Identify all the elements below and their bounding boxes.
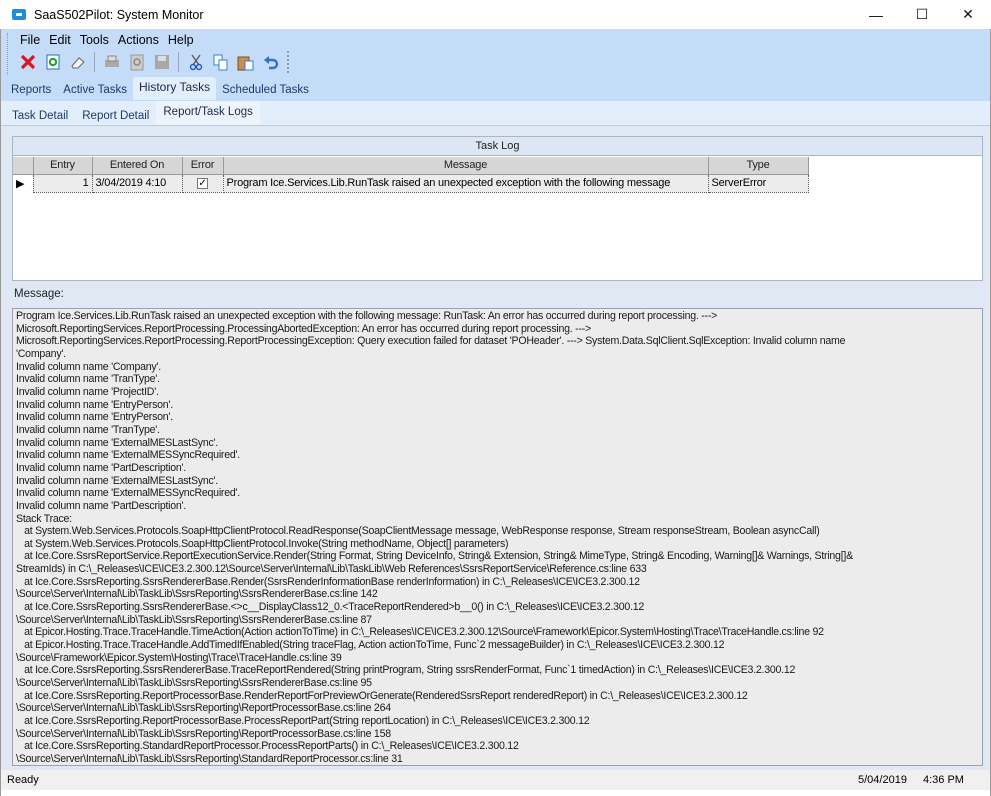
message-line: \Source\Server\Internal\Lib\TaskLib\Ssrs… xyxy=(16,588,378,601)
cell-entry[interactable]: 1 xyxy=(32,173,93,193)
message-line: \Source\Server\Internal\Lib\TaskLib\Ssrs… xyxy=(16,752,403,765)
message-line: Microsoft.ReportingServices.ReportProces… xyxy=(16,335,846,348)
app-icon xyxy=(12,9,26,20)
message-line: Invalid column name 'EntryPerson'. xyxy=(16,411,173,424)
cell-message[interactable]: Program Ice.Services.Lib.RunTask raised … xyxy=(222,173,709,193)
message-line: \Source\Server\Internal\Lib\TaskLib\Ssrs… xyxy=(16,613,372,626)
message-line: Invalid column name 'ProjectID'. xyxy=(16,385,159,398)
toolbar-grip-end[interactable] xyxy=(287,51,290,73)
status-text: Ready xyxy=(7,774,39,786)
column-header-error[interactable]: Error xyxy=(182,157,224,175)
message-line: Stack Trace: xyxy=(16,512,72,525)
message-line: at Ice.Core.SsrsReporting.SsrsRendererBa… xyxy=(16,664,796,677)
title-bar: SaaS502Pilot: System Monitor — ☐ ✕ xyxy=(0,0,991,29)
message-line: at Ice.Core.SsrsReporting.ReportProcesso… xyxy=(16,689,748,702)
message-line: at Ice.Core.SsrsReporting.SsrsRendererBa… xyxy=(16,575,640,588)
message-line: at Epicor.Hosting.Trace.TraceHandle.Time… xyxy=(16,626,824,639)
message-line: at System.Web.Services.Protocols.SoapHtt… xyxy=(16,525,820,538)
message-line: Invalid column name 'ExternalMESLastSync… xyxy=(16,474,218,487)
message-line: \Source\Server\Internal\Lib\TaskLib\Ssrs… xyxy=(16,702,391,715)
message-line: StreamIds) in C:\_Releases\ICE\ICE3.2.30… xyxy=(16,563,647,576)
message-line: Invalid column name 'Company'. xyxy=(16,360,161,373)
column-header-entered-on[interactable]: Entered On xyxy=(92,157,183,175)
message-line: Invalid column name 'ExternalMESSyncRequ… xyxy=(16,487,240,500)
message-line: Invalid column name 'TranType'. xyxy=(16,373,160,386)
message-line: \Source\Framework\Epicor.System\Hosting\… xyxy=(16,651,342,664)
save-icon[interactable] xyxy=(149,51,174,73)
message-line: at Ice.Core.SsrsReporting.ReportProcesso… xyxy=(16,715,590,727)
menu-tools[interactable]: Tools xyxy=(77,32,115,48)
tab-history-tasks[interactable]: History Tasks xyxy=(132,77,217,100)
message-line: 'Company'. xyxy=(16,347,66,360)
clear-icon[interactable] xyxy=(65,51,90,73)
tab-active-tasks[interactable]: Active Tasks xyxy=(57,80,133,100)
message-line: at Ice.Core.SsrsReportService.ReportExec… xyxy=(16,550,853,563)
message-line: at Ice.Core.SsrsReporting.StandardReport… xyxy=(16,740,519,753)
content-area: Task Log Entry Entered On Error Message … xyxy=(1,126,990,770)
toolbar xyxy=(15,50,290,74)
message-line: Microsoft.ReportingServices.ReportProces… xyxy=(16,322,591,335)
message-line: Invalid column name 'EntryPerson'. xyxy=(16,398,173,411)
message-line: at System.Web.Services.Protocols.SoapHtt… xyxy=(16,537,509,550)
close-button[interactable]: ✕ xyxy=(945,0,991,29)
tab-report-task-logs[interactable]: Report/Task Logs xyxy=(156,101,260,125)
menu-actions[interactable]: Actions xyxy=(115,32,165,48)
row-selector-arrow-icon[interactable]: ▶ xyxy=(13,174,33,192)
column-header-type[interactable]: Type xyxy=(708,157,809,175)
refresh-icon[interactable] xyxy=(40,51,65,73)
message-textbox[interactable]: Program Ice.Services.Lib.RunTask raised … xyxy=(12,308,983,766)
copy-icon[interactable] xyxy=(208,51,233,73)
paste-icon[interactable] xyxy=(233,51,258,73)
cell-entered-on[interactable]: 3/04/2019 4:10 xyxy=(91,173,183,193)
status-time: 4:36 PM xyxy=(923,774,964,786)
message-label: Message: xyxy=(14,288,64,300)
tab-report-detail[interactable]: Report Detail xyxy=(75,105,156,125)
table-row[interactable]: ▶ 1 3/04/2019 4:10 ✓ Program Ice.Service… xyxy=(13,173,809,193)
cell-error[interactable]: ✓ xyxy=(181,173,224,193)
print-icon[interactable] xyxy=(99,51,124,73)
message-line: Invalid column name 'PartDescription'. xyxy=(16,499,187,512)
error-checkbox[interactable]: ✓ xyxy=(197,178,208,189)
message-line: \Source\Server\Internal\Lib\TaskLib\Ssrs… xyxy=(16,727,391,740)
menu-file[interactable]: File xyxy=(17,32,46,48)
message-line: \Source\Server\Internal\Lib\TaskLib\Ssrs… xyxy=(16,677,372,690)
toolbar-grip[interactable] xyxy=(7,33,10,75)
toolbar-separator xyxy=(178,52,179,72)
menu-bar: File Edit Tools Actions Help xyxy=(17,32,200,48)
cut-icon[interactable] xyxy=(183,51,208,73)
status-bar: Ready 5/04/2019 4:36 PM xyxy=(1,770,990,790)
tab-scheduled-tasks[interactable]: Scheduled Tasks xyxy=(216,80,315,100)
sub-tab-bar: Task Detail Report Detail Report/Task Lo… xyxy=(1,101,990,126)
delete-icon[interactable] xyxy=(15,51,40,73)
undo-icon[interactable] xyxy=(258,51,283,73)
message-line: at Epicor.Hosting.Trace.TraceHandle.AddT… xyxy=(16,639,725,652)
minimize-button[interactable]: — xyxy=(853,0,899,29)
maximize-button[interactable]: ☐ xyxy=(899,0,945,29)
task-log-panel: Task Log Entry Entered On Error Message … xyxy=(12,136,983,281)
window-title: SaaS502Pilot: System Monitor xyxy=(34,7,204,22)
message-line: Invalid column name 'ExternalMESLastSync… xyxy=(16,436,218,449)
task-log-grid: Entry Entered On Error Message Type ▶ 1 … xyxy=(13,157,809,193)
cell-type[interactable]: ServerError xyxy=(707,173,809,193)
message-text: Program Ice.Services.Lib.RunTask raised … xyxy=(16,310,853,765)
menu-toolbar-area: File Edit Tools Actions Help Reports Act… xyxy=(1,29,990,102)
print-preview-icon[interactable] xyxy=(124,51,149,73)
column-header-entry[interactable]: Entry xyxy=(33,157,93,175)
row-header-corner xyxy=(13,157,34,175)
menu-edit[interactable]: Edit xyxy=(46,32,77,48)
menu-help[interactable]: Help xyxy=(165,32,200,48)
message-line: Invalid column name 'PartDescription'. xyxy=(16,461,187,474)
status-date: 5/04/2019 xyxy=(858,774,907,786)
toolbar-separator xyxy=(94,52,95,72)
message-line: Invalid column name 'TranType'. xyxy=(16,423,160,436)
column-header-message[interactable]: Message xyxy=(223,157,709,175)
tab-reports[interactable]: Reports xyxy=(5,80,57,100)
message-line: Program Ice.Services.Lib.RunTask raised … xyxy=(16,310,718,322)
task-log-title: Task Log xyxy=(13,137,982,156)
tab-task-detail[interactable]: Task Detail xyxy=(5,105,75,125)
message-line: Invalid column name 'ExternalMESSyncRequ… xyxy=(16,449,240,462)
message-line: at Ice.Core.SsrsReporting.SsrsRendererBa… xyxy=(16,601,645,614)
main-tabs: Reports Active Tasks History Tasks Sched… xyxy=(5,77,315,100)
